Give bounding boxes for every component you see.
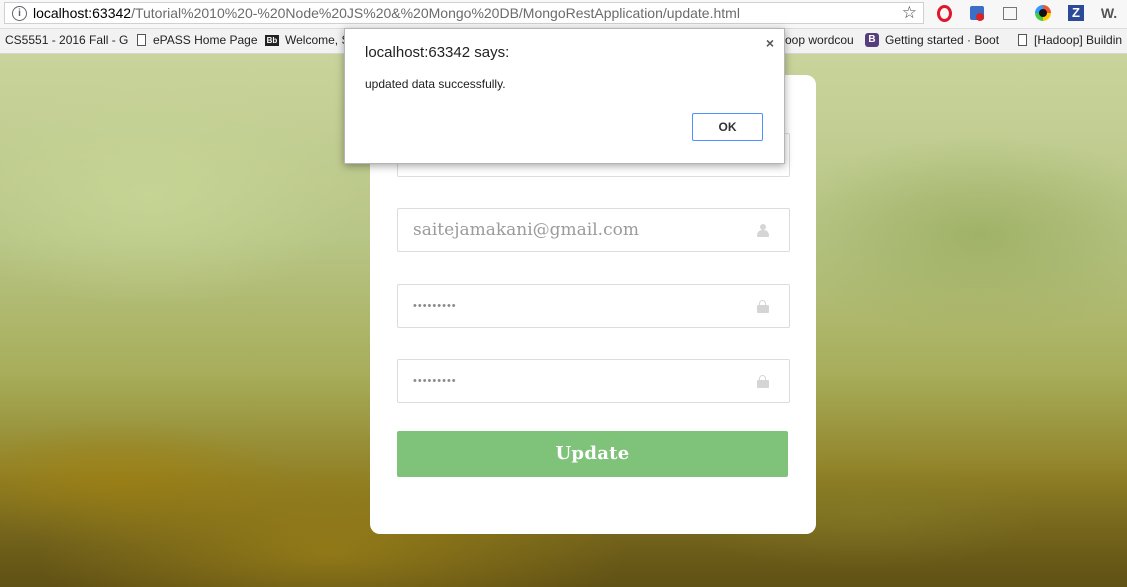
bookmark-label: CS5551 - 2016 Fall - G — [5, 33, 129, 47]
bookmark-cs5551[interactable]: CS5551 - 2016 Fall - G — [5, 33, 128, 47]
info-icon[interactable]: i — [12, 5, 27, 21]
url-path: /Tutorial%2010%20-%20Node%20JS%20&%20Mon… — [131, 5, 740, 21]
bookmark-wordcount[interactable]: oop wordcou — [785, 33, 854, 47]
bookmark-bootstrap[interactable]: B Getting started · Boot — [865, 33, 999, 47]
browser-toolbar: i localhost:63342/Tutorial%2010%20-%20No… — [0, 0, 1127, 29]
ok-button[interactable]: OK — [692, 113, 763, 141]
w-icon[interactable]: W. — [1098, 3, 1120, 23]
bookmark-hadoop[interactable]: [Hadoop] Buildin — [1018, 33, 1122, 47]
opera-icon[interactable] — [933, 3, 955, 23]
address-bar[interactable]: i localhost:63342/Tutorial%2010%20-%20No… — [4, 2, 924, 24]
dialog-message: updated data successfully. — [365, 77, 506, 91]
star-icon[interactable]: ☆ — [902, 3, 917, 23]
bookmark-label: ePASS Home Page — [153, 33, 258, 47]
lock-icon — [757, 299, 769, 313]
bookmark-label: Welcome, S — [285, 33, 350, 47]
email-input-value: saitejamakani@gmail.com — [413, 220, 639, 240]
page-icon — [137, 34, 146, 46]
bootstrap-icon: B — [865, 33, 879, 47]
url-text[interactable]: localhost:63342/Tutorial%2010%20-%20Node… — [33, 5, 740, 21]
alert-dialog: localhost:63342 says: × updated data suc… — [344, 28, 785, 164]
note-icon[interactable] — [999, 3, 1021, 23]
bookmark-label: [Hadoop] Buildin — [1034, 33, 1123, 47]
url-host: localhost:63342 — [33, 5, 132, 21]
email-field[interactable]: saitejamakani@gmail.com — [397, 208, 790, 252]
bookmark-epass[interactable]: ePASS Home Page — [137, 33, 258, 47]
color-ring-icon[interactable] — [1032, 3, 1054, 23]
lock-icon — [757, 374, 769, 388]
page-icon — [1018, 34, 1027, 46]
password-field[interactable]: ••••••••• — [397, 284, 790, 328]
dialog-title: localhost:63342 says: — [365, 44, 510, 61]
close-icon[interactable]: × — [766, 35, 774, 51]
extension-icons: Z W. — [933, 3, 1127, 23]
password-input-value: ••••••••• — [413, 300, 457, 312]
blackboard-icon: Bb — [265, 34, 279, 46]
bookmark-label: Getting started · Boot — [885, 33, 1000, 47]
confirm-password-field[interactable]: ••••••••• — [397, 359, 790, 403]
confirm-password-input-value: ••••••••• — [413, 375, 457, 387]
update-button[interactable]: Update — [397, 431, 788, 477]
bookmark-label: oop wordcou — [785, 33, 854, 47]
extension-icon[interactable] — [966, 3, 988, 23]
z-icon[interactable]: Z — [1065, 3, 1087, 23]
bookmark-welcome[interactable]: Bb Welcome, S — [265, 33, 349, 47]
user-icon — [757, 223, 769, 237]
